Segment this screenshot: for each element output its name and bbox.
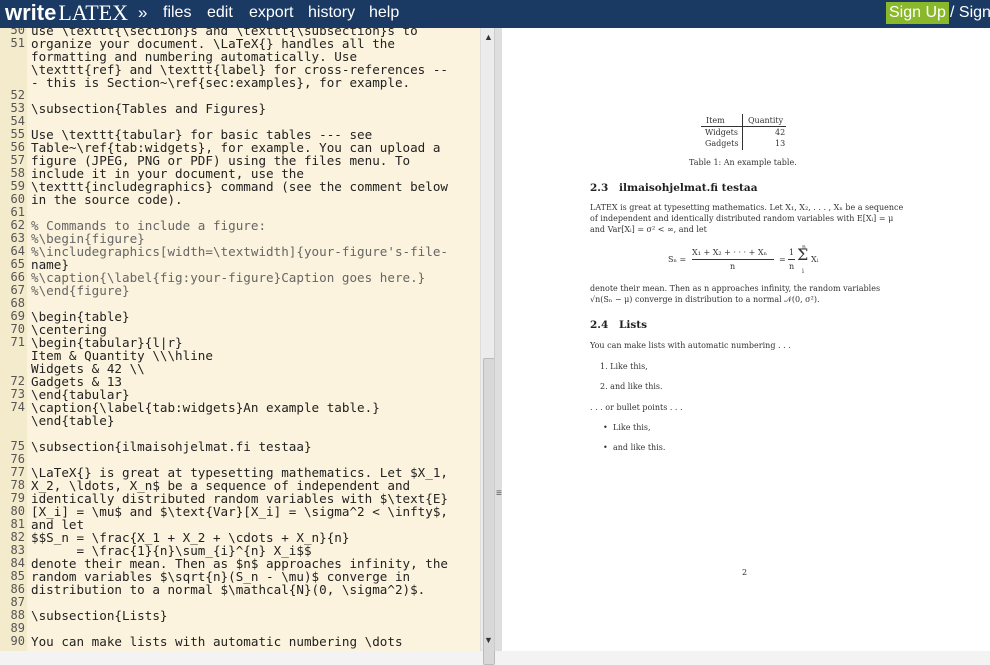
para1-line1: LATEX is great at typesetting mathematic… (590, 203, 904, 212)
table-column-rule (742, 114, 743, 150)
code-line[interactable]: \subsection{ilmaisohjelmat.fi testaa} (31, 440, 312, 453)
lists-intro: You can make lists with automatic number… (590, 341, 791, 350)
code-line[interactable]: You can make lists with automatic number… (31, 635, 403, 648)
equation-lhs: Sₙ = (668, 255, 687, 264)
bullet-dot-2: • (603, 443, 608, 452)
top-bar: writeLATEX » files edit export history h… (0, 0, 990, 28)
writelatex-logo[interactable]: writeLATEX (5, 0, 128, 28)
equation-equals: = (779, 255, 786, 264)
code-line[interactable]: - this is Section~\ref{sec:examples}, fo… (31, 76, 410, 89)
section-2-4-number: 2.4 (590, 319, 609, 331)
bullet-item-1: Like this, (613, 423, 651, 432)
menu-edit[interactable]: edit (207, 4, 233, 22)
equation-frac-den: n (789, 262, 795, 271)
numbered-item-2: 2. and like this. (600, 382, 663, 391)
scroll-up-icon[interactable]: ▲ (484, 32, 493, 42)
table-head-qty: Quantity (748, 116, 784, 125)
logo-latex: LATEX (58, 0, 129, 25)
nav-arrow-icon[interactable]: » (138, 3, 147, 23)
para2-line2: √n(Sₙ − μ) converge in distribution to a… (590, 295, 820, 304)
signup-button[interactable]: Sign Up (886, 2, 949, 24)
bullet-intro: . . . or bullet points . . . (590, 403, 683, 412)
section-2-4-title: Lists (619, 319, 648, 331)
menu-help[interactable]: help (369, 4, 399, 22)
page-number: 2 (742, 568, 748, 577)
equation-sum: Σ (797, 245, 809, 264)
para2-line1: denote their mean. Then as n approaches … (590, 284, 881, 293)
equation-sum-bottom: i (802, 268, 804, 275)
table-head-item: Item (706, 116, 725, 125)
table-row2-item: Gadgets (705, 139, 739, 148)
table-row1-item: Widgets (705, 128, 738, 137)
logo-write: write (5, 0, 57, 25)
menu-export[interactable]: export (249, 4, 293, 22)
code-line[interactable]: distribution to a normal $\mathcal{N}(0,… (31, 583, 425, 596)
menu-history[interactable]: history (308, 4, 355, 22)
numbered-item-1: 1. Like this, (600, 362, 648, 371)
bullet-dot-1: • (603, 423, 608, 432)
table-row1-qty: 42 (775, 128, 786, 137)
menu-files[interactable]: files (163, 4, 191, 22)
line-number: 74 (10, 400, 25, 414)
line-number: 90 (10, 634, 25, 648)
table-row2-qty: 13 (775, 139, 786, 148)
equation-xi: Xᵢ (811, 255, 819, 264)
equation-frac-bar (788, 259, 795, 260)
equation-fraction-bar (692, 259, 774, 260)
resize-grip-icon[interactable]: ≡ (496, 488, 502, 499)
table-caption: Table 1: An example table. (689, 158, 797, 167)
code-line[interactable]: in the source code). (31, 193, 183, 206)
para1-line3: and Var[Xᵢ] = σ² < ∞, and let (590, 225, 707, 234)
equation-denominator: n (730, 262, 736, 271)
equation-frac-num: 1 (789, 248, 795, 257)
bullet-item-2: and like this. (613, 443, 666, 452)
code-line[interactable]: \end{table} (31, 414, 114, 427)
code-line[interactable]: [X_i] = \mu$ and $\text{Var}[X_i] = \sig… (31, 505, 448, 518)
equation-numerator: X₁ + X₂ + · · · + Xₙ (692, 248, 768, 257)
code-line[interactable]: %\end{figure} (31, 284, 130, 297)
signin-link[interactable]: / Sign (950, 4, 990, 22)
scroll-down-icon[interactable]: ▼ (484, 635, 493, 645)
para1-line2: of independent and identically distribut… (590, 214, 894, 223)
pdf-preview: Item Quantity Widgets 42 Gadgets 13 Tabl… (502, 28, 990, 651)
editor-scrollbar[interactable]: ▲ ▼ (480, 28, 495, 665)
line-number: 71 (10, 335, 25, 349)
section-2-3-number: 2.3 (590, 182, 609, 194)
code-line[interactable]: \subsection{Tables and Figures} (31, 102, 266, 115)
source-editor[interactable]: 50 use \texttt{\section}s and \texttt{\su… (0, 28, 480, 651)
code-line[interactable]: %\includegraphics[width=\textwidth]{your… (31, 245, 448, 258)
section-2-3-title: ilmaisohjelmat.fi testaa (619, 182, 758, 194)
code-line[interactable]: \subsection{Lists} (31, 609, 167, 622)
line-number: 51 (10, 36, 25, 50)
